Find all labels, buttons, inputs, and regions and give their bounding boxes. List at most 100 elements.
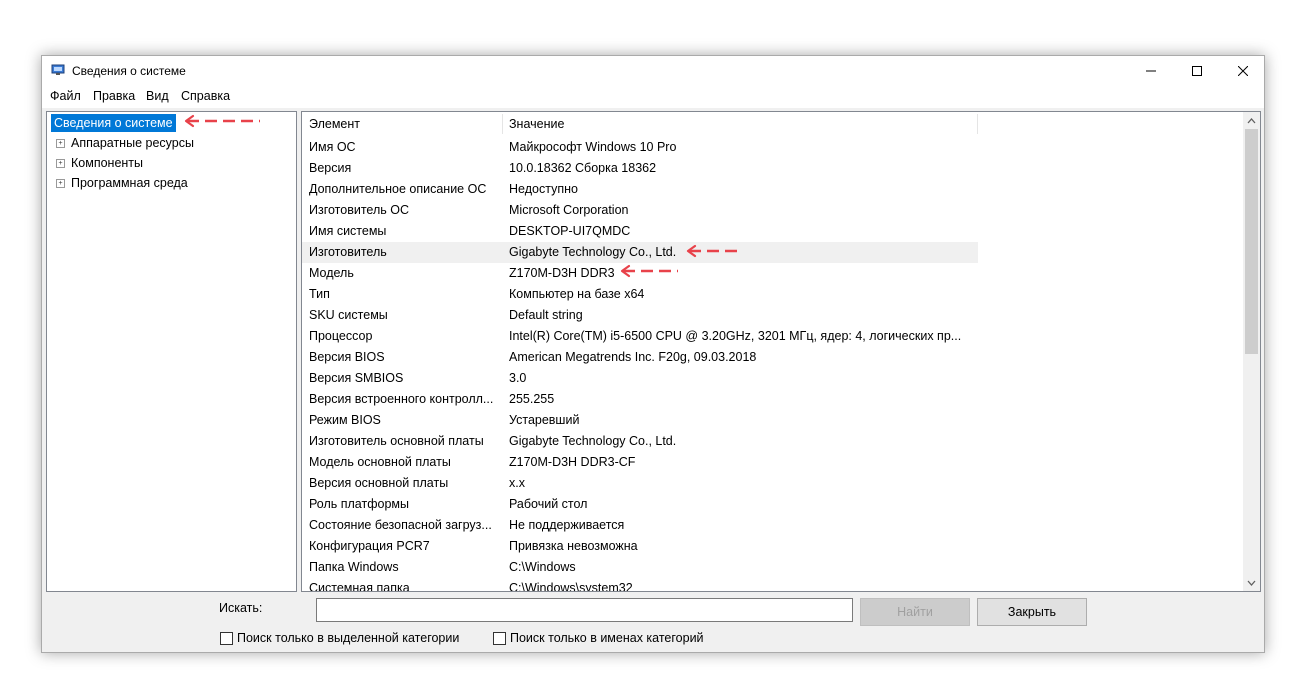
value-cell: Привязка невозможна [509, 539, 638, 553]
chevron-down-icon [1247, 580, 1256, 586]
table-row[interactable]: Конфигурация PCR7 Привязка невозможна [302, 536, 978, 557]
table-row[interactable]: Версия встроенного контролл... 255.255 [302, 389, 978, 410]
search-selected-category-option[interactable]: Поиск только в выделенной категории [220, 631, 459, 645]
value-cell: Рабочий стол [509, 497, 588, 511]
table-row[interactable]: Версия основной платы x.x [302, 473, 978, 494]
details-grid[interactable]: Элемент Значение Имя ОС Майкрософт Window… [301, 111, 1261, 592]
value-cell: Intel(R) Core(TM) i5-6500 CPU @ 3.20GHz,… [509, 329, 962, 343]
element-cell: Версия [309, 161, 352, 175]
element-cell: Роль платформы [309, 497, 409, 511]
element-cell: Дополнительное описание ОС [309, 182, 487, 196]
element-cell: Версия SMBIOS [309, 371, 404, 385]
system-info-app-icon [51, 64, 65, 75]
column-header-value[interactable]: Значение [509, 115, 974, 133]
column-header-element[interactable]: Элемент [309, 115, 501, 133]
tree-item-hardware-resources[interactable]: Аппаратные ресурсы [71, 134, 194, 152]
menu-edit[interactable]: Правка [93, 89, 135, 103]
element-cell: Изготовитель [309, 245, 387, 259]
search-selected-category-checkbox[interactable] [220, 631, 233, 645]
element-cell: Версия встроенного контролл... [309, 392, 494, 406]
expand-icon[interactable]: + [56, 139, 65, 148]
annotation-arrow-icon [184, 114, 260, 128]
annotation-arrow-icon [686, 244, 738, 258]
tree-item-components[interactable]: Компоненты [71, 154, 143, 172]
column-divider[interactable] [502, 114, 503, 134]
value-cell: American Megatrends Inc. F20g, 09.03.201… [509, 350, 757, 364]
search-input[interactable] [316, 598, 853, 622]
table-row[interactable]: Версия SMBIOS 3.0 [302, 368, 978, 389]
value-cell: Gigabyte Technology Co., Ltd. [509, 434, 677, 448]
scrollbar-thumb[interactable] [1245, 129, 1258, 354]
element-cell: Тип [309, 287, 330, 301]
minimize-button[interactable] [1128, 56, 1174, 86]
element-cell: Папка Windows [309, 560, 399, 574]
close-window-button[interactable] [1220, 56, 1266, 86]
table-row[interactable]: Модель основной платы Z170M-D3H DDR3-CF [302, 452, 978, 473]
table-row[interactable]: Тип Компьютер на базе x64 [302, 284, 978, 305]
element-cell: Модель [309, 266, 354, 280]
menu-file[interactable]: Файл [50, 89, 81, 103]
category-tree[interactable]: Сведения о системе + Аппаратные ресурсы … [46, 111, 297, 592]
chevron-up-icon [1247, 117, 1256, 123]
value-cell: C:\Windows [509, 560, 576, 574]
table-row[interactable]: Системная папка C:\Windows\system32 [302, 578, 978, 591]
expand-icon[interactable]: + [56, 179, 65, 188]
value-cell: Устаревший [509, 413, 580, 427]
element-cell: Модель основной платы [309, 455, 451, 469]
table-row[interactable]: Дополнительное описание ОС Недоступно [302, 179, 978, 200]
element-cell: Имя системы [309, 224, 387, 238]
tree-item-software-environment[interactable]: Программная среда [71, 174, 188, 192]
element-cell: Версия BIOS [309, 350, 385, 364]
table-row[interactable]: SKU системы Default string [302, 305, 978, 326]
table-row[interactable]: Состояние безопасной загруз... Не поддерж… [302, 515, 978, 536]
table-row[interactable]: Изготовитель основной платы Gigabyte Tech… [302, 431, 978, 452]
expand-icon[interactable]: + [56, 159, 65, 168]
title-bar: Сведения о системе [42, 56, 1264, 86]
close-button[interactable]: Закрыть [977, 598, 1087, 626]
value-cell: DESKTOP-UI7QMDC [509, 224, 631, 238]
table-row[interactable]: Роль платформы Рабочий стол [302, 494, 978, 515]
element-cell: Изготовитель основной платы [309, 434, 484, 448]
search-category-names-checkbox[interactable] [493, 631, 506, 645]
scroll-down-button[interactable] [1243, 574, 1260, 591]
menu-view[interactable]: Вид [146, 89, 169, 103]
table-row[interactable]: Папка Windows C:\Windows [302, 557, 978, 578]
value-cell: Gigabyte Technology Co., Ltd. [509, 245, 677, 259]
maximize-button[interactable] [1174, 56, 1220, 86]
table-row[interactable]: Изготовитель Gigabyte Technology Co., Ltd… [302, 242, 978, 263]
table-row[interactable]: Версия 10.0.18362 Сборка 18362 [302, 158, 978, 179]
grid-header: Элемент Значение [302, 112, 1242, 136]
table-row[interactable]: Имя системы DESKTOP-UI7QMDC [302, 221, 978, 242]
search-category-names-label: Поиск только в именах категорий [510, 631, 704, 645]
tree-item-system-summary[interactable]: Сведения о системе [51, 114, 176, 132]
element-cell: Версия основной платы [309, 476, 449, 490]
value-cell: Майкрософт Windows 10 Pro [509, 140, 677, 154]
element-cell: Изготовитель ОС [309, 203, 409, 217]
close-icon [1238, 66, 1248, 76]
search-selected-category-label: Поиск только в выделенной категории [237, 631, 460, 645]
value-cell: x.x [509, 476, 525, 490]
table-row[interactable]: Изготовитель ОС Microsoft Corporation [302, 200, 978, 221]
maximize-icon [1192, 66, 1202, 76]
table-row[interactable]: Имя ОС Майкрософт Windows 10 Pro [302, 137, 978, 158]
annotation-arrow-icon [620, 264, 678, 278]
vertical-scrollbar[interactable] [1243, 112, 1260, 591]
table-row[interactable]: Режим BIOS Устаревший [302, 410, 978, 431]
table-row[interactable]: Процессор Intel(R) Core(TM) i5-6500 CPU @… [302, 326, 978, 347]
element-cell: Конфигурация PCR7 [309, 539, 430, 553]
value-cell: Z170M-D3H DDR3 [509, 266, 615, 280]
menu-help[interactable]: Справка [181, 89, 230, 103]
window-title: Сведения о системе [72, 64, 186, 78]
element-cell: Состояние безопасной загруз... [309, 518, 492, 532]
column-divider[interactable] [977, 114, 978, 134]
menu-bar: Файл Правка Вид Справка [42, 86, 1264, 108]
element-cell: Режим BIOS [309, 413, 381, 427]
table-row[interactable]: Версия BIOS American Megatrends Inc. F20g… [302, 347, 978, 368]
search-label: Искать: [219, 601, 263, 615]
value-cell: Z170M-D3H DDR3-CF [509, 455, 636, 469]
value-cell: Microsoft Corporation [509, 203, 629, 217]
value-cell: 3.0 [509, 371, 527, 385]
scroll-up-button[interactable] [1243, 112, 1260, 129]
search-category-names-option[interactable]: Поиск только в именах категорий [493, 631, 704, 645]
find-button[interactable]: Найти [860, 598, 970, 626]
